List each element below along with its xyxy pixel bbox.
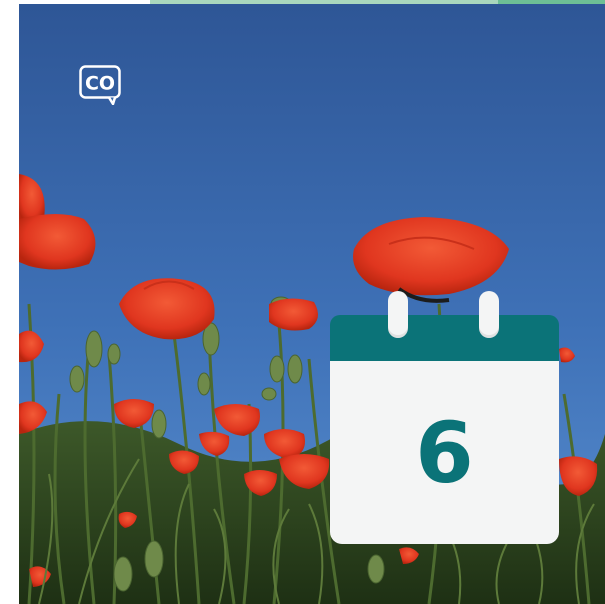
calendar-day-number: 6 [415,403,474,502]
calendar-ring-right [479,291,499,338]
logo-text: CO [85,73,115,95]
calendar-icon: 6 [330,291,559,544]
calendar-ring-left [388,291,408,338]
co-logo-icon: CO [79,65,121,106]
calendar-header [330,315,559,361]
